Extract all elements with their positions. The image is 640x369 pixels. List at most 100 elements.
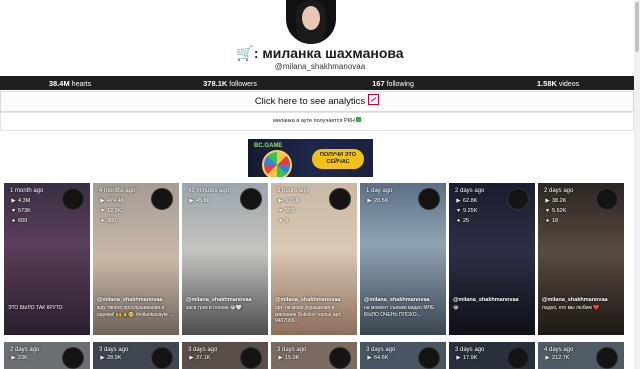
video-date: 3 days ago <box>99 347 129 353</box>
video-account: @milana_shakhmanovaa <box>542 297 608 303</box>
video-card[interactable]: 1 month ago ▶ 4.3M ♥ 573K ● 609 ЭТО БЫЛО ТАК КР… <box>4 183 90 335</box>
video-caption: арт. на моих украшения в магазине Sokolo… <box>275 305 342 324</box>
video-card[interactable]: 3 days ago ▶ 37.1K <box>182 342 268 369</box>
creator-avatar <box>151 188 173 210</box>
video-views: ▶ 45.8K <box>188 198 210 204</box>
video-views-value: 62.8K <box>463 198 478 204</box>
video-account: @milana_shakhmanovaa <box>186 297 252 303</box>
video-views: ▶ 4.3M <box>10 198 30 204</box>
profile-avatar <box>286 0 336 44</box>
video-date: 4 months ago <box>99 188 136 194</box>
video-date: 3 days ago <box>277 347 307 353</box>
video-date: 3 days ago <box>455 347 485 353</box>
heart-icon: ♥ <box>545 208 550 214</box>
ad-cta: ПОЛУЧИ ЭТО СЕЙЧАС <box>312 149 364 169</box>
play-icon: ▶ <box>456 198 461 204</box>
video-account: @milana_shakhmanovaa <box>97 297 163 303</box>
video-card[interactable]: 1 day ago ▶ 28.5K @milana_shakhmanovaa на мо… <box>360 183 446 335</box>
stat-following-value: 167 <box>372 79 385 88</box>
chart-icon <box>368 94 380 105</box>
heart-icon: ♥ <box>456 208 461 214</box>
video-likes-value: 12.3K <box>107 208 122 214</box>
video-card[interactable]: 3 days ago ▶ 28.9K <box>93 342 179 369</box>
play-icon: ▶ <box>278 355 283 361</box>
video-date: 1 day ago <box>366 188 393 194</box>
play-icon: ▶ <box>11 355 16 361</box>
video-card[interactable]: 2 days ago ▶ 62.8K ♥ 9.25K ● 25 @milana_shakhma… <box>449 183 535 335</box>
video-date: 3 hours ago <box>277 188 309 194</box>
play-icon: ▶ <box>278 198 283 204</box>
video-card[interactable]: 3 days ago ▶ 64.6K <box>360 342 446 369</box>
play-icon: ▶ <box>189 355 194 361</box>
video-comments-value: 18 <box>552 218 559 224</box>
creator-avatar <box>151 347 173 369</box>
video-date: 2 days ago <box>544 188 574 194</box>
heart-icon: ♥ <box>278 208 283 214</box>
video-card[interactable]: 3 hours ago ▶ 5.71K ♥ 559 ● 9 @milana_shakhmano… <box>271 183 357 335</box>
video-views-value: 64.6K <box>374 355 389 361</box>
stat-videos: 1.58K videos <box>518 79 598 88</box>
video-likes-value: 559 <box>285 208 295 214</box>
video-caption: жду твоего прослушивания и оценки! 🙌🙏🥺 #… <box>97 305 174 318</box>
avatar-face <box>302 6 320 30</box>
heart-icon: ♥ <box>11 208 16 214</box>
video-date: 3 days ago <box>366 347 396 353</box>
heart-icon: ♥ <box>100 208 105 214</box>
video-date: 2 days ago <box>10 347 40 353</box>
video-card[interactable]: 4 days ago ▶ 212.7K <box>538 342 624 369</box>
stat-hearts-value: 38.4M <box>48 79 70 88</box>
video-card[interactable]: 2 days ago ▶ 38.2K ♥ 5.62K ● 18 @milana_shakhma… <box>538 183 624 335</box>
stat-videos-value: 1.58K <box>536 79 557 88</box>
comment-icon: ● <box>278 218 283 224</box>
creator-avatar <box>418 347 440 369</box>
play-icon: ▶ <box>367 355 372 361</box>
play-icon: ▶ <box>456 355 461 361</box>
video-views: ▶ 17.9K <box>455 355 477 361</box>
video-card[interactable]: 42 minutes ago ▶ 45.8K @milana_shakhmanovaa… <box>182 183 268 335</box>
profile-handle: @milana_shakhmanovaa <box>274 62 366 71</box>
video-card[interactable]: 4 months ago ▶ 474.4K ♥ 12.3K ● 380 @milana_sha… <box>93 183 179 335</box>
scrollbar-thumb[interactable] <box>635 2 639 52</box>
video-views-value: 45.8K <box>196 198 211 204</box>
analytics-label: Click here to see analytics <box>254 96 366 107</box>
video-views-value: 4.3M <box>18 198 31 204</box>
video-views-value: 5.71K <box>285 198 300 204</box>
video-views-value: 37.1K <box>196 355 211 361</box>
video-views: ▶ 15.9K <box>277 355 299 361</box>
play-icon: ▶ <box>189 198 194 204</box>
stat-followers-value: 378.1K <box>203 79 228 88</box>
play-icon: ▶ <box>11 198 16 204</box>
video-card[interactable]: 3 days ago ▶ 15.9K <box>271 342 357 369</box>
comment-icon: ● <box>11 218 16 224</box>
video-card[interactable]: 3 days ago ▶ 17.9K <box>449 342 535 369</box>
stats-bar: 38.4M hearts 378.1K followers 167 follow… <box>0 76 634 90</box>
video-date: 3 days ago <box>188 347 218 353</box>
video-comments-value: 9 <box>285 218 289 224</box>
video-caption: на момент съемки видео МНЕ БЫЛО ОЧЕНЬ ПЛ… <box>364 305 435 318</box>
video-likes: ♥ 9.25K <box>455 208 478 214</box>
video-views: ▶ 37.1K <box>188 355 210 361</box>
video-views: ▶ 28.9K <box>99 355 121 361</box>
video-date: 2 days ago <box>455 188 485 194</box>
video-card[interactable]: 2 days ago ▶ 23K <box>4 342 90 369</box>
stat-hearts-label: hearts <box>71 81 92 88</box>
video-comments-value: 380 <box>107 218 117 224</box>
video-views: ▶ 28.5K <box>366 198 388 204</box>
analytics-button[interactable]: Click here to see analytics <box>0 91 634 112</box>
video-date: 42 minutes ago <box>188 188 230 194</box>
video-views: ▶ 212.7K <box>544 355 569 361</box>
video-views-value: 17.9K <box>463 355 478 361</box>
video-likes: ♥ 573K <box>10 208 31 214</box>
page-scrollbar[interactable] <box>634 0 640 369</box>
video-comments: ● 609 <box>10 218 27 224</box>
video-comments-value: 609 <box>18 218 28 224</box>
video-views-value: 38.2K <box>552 198 567 204</box>
creator-avatar <box>62 347 84 369</box>
creator-avatar <box>507 347 529 369</box>
video-comments: ● 9 <box>277 218 288 224</box>
play-icon: ▶ <box>100 355 105 361</box>
ad-banner[interactable]: BC.GAME ПОЛУЧИ ЭТО СЕЙЧАС <box>248 139 373 177</box>
stat-following-label: following <box>386 81 414 88</box>
stat-followers-label: followers <box>229 81 257 88</box>
video-views: ▶ 62.8K <box>455 198 477 204</box>
